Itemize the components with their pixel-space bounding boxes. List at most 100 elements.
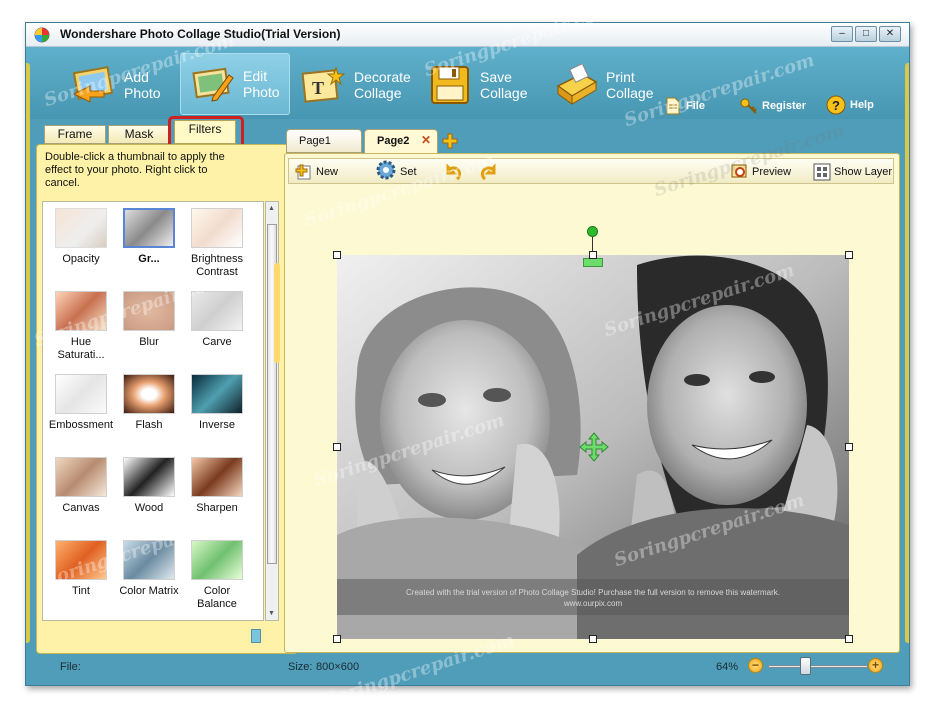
- scroll-up-arrow[interactable]: ▲: [268, 205, 275, 212]
- add-page-icon[interactable]: [442, 133, 458, 149]
- title-bar: Wondershare Photo Collage Studio(Trial V…: [26, 23, 909, 47]
- right-accent: [905, 63, 909, 643]
- filter-label: Carve: [202, 336, 232, 348]
- left-accent: [26, 63, 30, 643]
- new-icon: [295, 164, 311, 180]
- filter-label: Tint: [72, 585, 90, 597]
- filter-opacity[interactable]: Opacity: [47, 204, 115, 284]
- tab-frame[interactable]: Frame: [44, 125, 106, 144]
- resize-handle-br[interactable]: [845, 635, 853, 643]
- filter-label: Inverse: [198, 419, 236, 431]
- undo-button[interactable]: [445, 163, 466, 181]
- new-button[interactable]: New: [295, 163, 338, 181]
- filter-color-matrix[interactable]: Color Matrix: [115, 536, 183, 616]
- redo-button[interactable]: [479, 163, 500, 181]
- rotate-handle[interactable]: [587, 226, 598, 237]
- filter-brightness-contrast[interactable]: Brightness Contrast: [183, 204, 251, 284]
- show-layer-button[interactable]: Show Layer: [813, 163, 892, 181]
- filter-label: Brightness: [191, 253, 243, 265]
- filter-label: Embossment: [48, 419, 114, 431]
- resize-handle-b[interactable]: [589, 635, 597, 643]
- filter-label: Contrast: [196, 266, 238, 278]
- file-icon: [666, 97, 680, 115]
- filter-thumbnail-image: [123, 457, 175, 497]
- size-status-label: Size:: [288, 661, 313, 673]
- move-tab[interactable]: [583, 258, 603, 267]
- filter-thumbnails: Opacity Gr... Brightness Contrast Hue Sa…: [42, 201, 264, 621]
- zoom-in-button[interactable]: +: [868, 658, 883, 673]
- rotation-line: [592, 236, 593, 252]
- filter-thumbnail-image: [55, 208, 107, 248]
- filter-hue-saturation[interactable]: Hue Saturati...: [47, 287, 115, 367]
- resize-handle-t[interactable]: [589, 251, 597, 259]
- filter-label: Saturati...: [57, 349, 105, 361]
- filter-sharpen[interactable]: Sharpen: [183, 453, 251, 533]
- maximize-button[interactable]: □: [855, 26, 877, 42]
- panel-splitter[interactable]: [274, 263, 280, 363]
- filter-color-balance[interactable]: Color Balance: [183, 536, 251, 616]
- decorate-collage-button[interactable]: T Decorate Collage: [300, 55, 411, 115]
- filter-thumbnail-image: [191, 457, 243, 497]
- main-toolbar: Add Photo Edit Photo T Decorate Collage …: [26, 47, 909, 119]
- status-bar: File: Size: 800×600 64% − +: [26, 653, 909, 675]
- filter-label: Flash: [135, 419, 163, 431]
- panel-grip[interactable]: [251, 629, 261, 643]
- filter-tint[interactable]: Tint: [47, 536, 115, 616]
- add-photo-button[interactable]: Add Photo: [70, 55, 161, 115]
- editor-panel: Page1 Page2 ✕ New Set Preview Show Layer…: [284, 123, 900, 653]
- tab-mask[interactable]: Mask: [108, 125, 170, 144]
- preview-icon: [731, 164, 747, 178]
- filter-wood[interactable]: Wood: [115, 453, 183, 533]
- print-collage-label-1: Print: [606, 69, 635, 85]
- scroll-down-arrow[interactable]: ▼: [268, 610, 275, 617]
- zoom-slider-track[interactable]: [768, 665, 868, 668]
- set-label: Set: [400, 166, 417, 178]
- zoom-slider-knob[interactable]: [800, 657, 811, 675]
- filter-canvas[interactable]: Canvas: [47, 453, 115, 533]
- filter-blur[interactable]: Blur: [115, 287, 183, 367]
- resize-handle-l[interactable]: [333, 443, 341, 451]
- print-collage-button[interactable]: Print Collage: [552, 55, 653, 115]
- effects-panel: Frame Mask Filters Double-click a thumbn…: [36, 116, 298, 654]
- help-icon: ?: [826, 95, 846, 115]
- register-button[interactable]: Register: [740, 97, 806, 115]
- size-status-value: 800×600: [316, 661, 360, 673]
- tab-page1[interactable]: Page1: [286, 129, 362, 153]
- help-label: Help: [850, 99, 874, 111]
- file-menu[interactable]: File: [664, 97, 705, 115]
- window-title: Wondershare Photo Collage Studio(Trial V…: [60, 27, 341, 41]
- svg-text:T: T: [312, 78, 324, 98]
- filter-carve[interactable]: Carve: [183, 287, 251, 367]
- resize-handle-tl[interactable]: [333, 251, 341, 259]
- resize-handle-r[interactable]: [845, 443, 853, 451]
- tab-page2[interactable]: Page2 ✕: [364, 129, 438, 154]
- resize-handle-tr[interactable]: [845, 251, 853, 259]
- print-collage-label-2: Collage: [606, 85, 654, 101]
- tab-page2-label: Page2: [377, 135, 410, 147]
- trial-watermark: Created with the trial version of Photo …: [337, 579, 849, 615]
- zoom-out-button[interactable]: −: [748, 658, 763, 673]
- help-menu[interactable]: ? Help: [826, 95, 874, 115]
- edit-photo-button[interactable]: Edit Photo: [180, 53, 290, 115]
- filter-grayscale[interactable]: Gr...: [115, 204, 183, 284]
- resize-handle-bl[interactable]: [333, 635, 341, 643]
- preview-button[interactable]: Preview: [731, 163, 791, 181]
- set-button[interactable]: Set: [375, 160, 417, 181]
- save-collage-button[interactable]: Save Collage: [426, 55, 527, 115]
- trial-watermark-url: www.ourpix.com: [563, 599, 623, 608]
- filter-flash[interactable]: Flash: [115, 370, 183, 450]
- filter-inverse[interactable]: Inverse: [183, 370, 251, 450]
- filter-thumbnail-image: [191, 540, 243, 580]
- move-icon[interactable]: [579, 432, 609, 462]
- filter-thumbnail-image: [55, 291, 107, 331]
- filter-embossment[interactable]: Embossment: [47, 370, 115, 450]
- filter-thumbnail-image: [55, 374, 107, 414]
- save-collage-label-1: Save: [480, 69, 512, 85]
- close-tab-icon[interactable]: ✕: [421, 134, 431, 146]
- filter-thumbnail-image: [191, 374, 243, 414]
- filters-body: Double-click a thumbnail to apply the ef…: [36, 144, 298, 654]
- decorate-label-2: Collage: [354, 85, 402, 101]
- close-button[interactable]: ✕: [879, 26, 901, 42]
- filter-thumbnail-image: [191, 291, 243, 331]
- minimize-button[interactable]: ‒: [831, 26, 853, 42]
